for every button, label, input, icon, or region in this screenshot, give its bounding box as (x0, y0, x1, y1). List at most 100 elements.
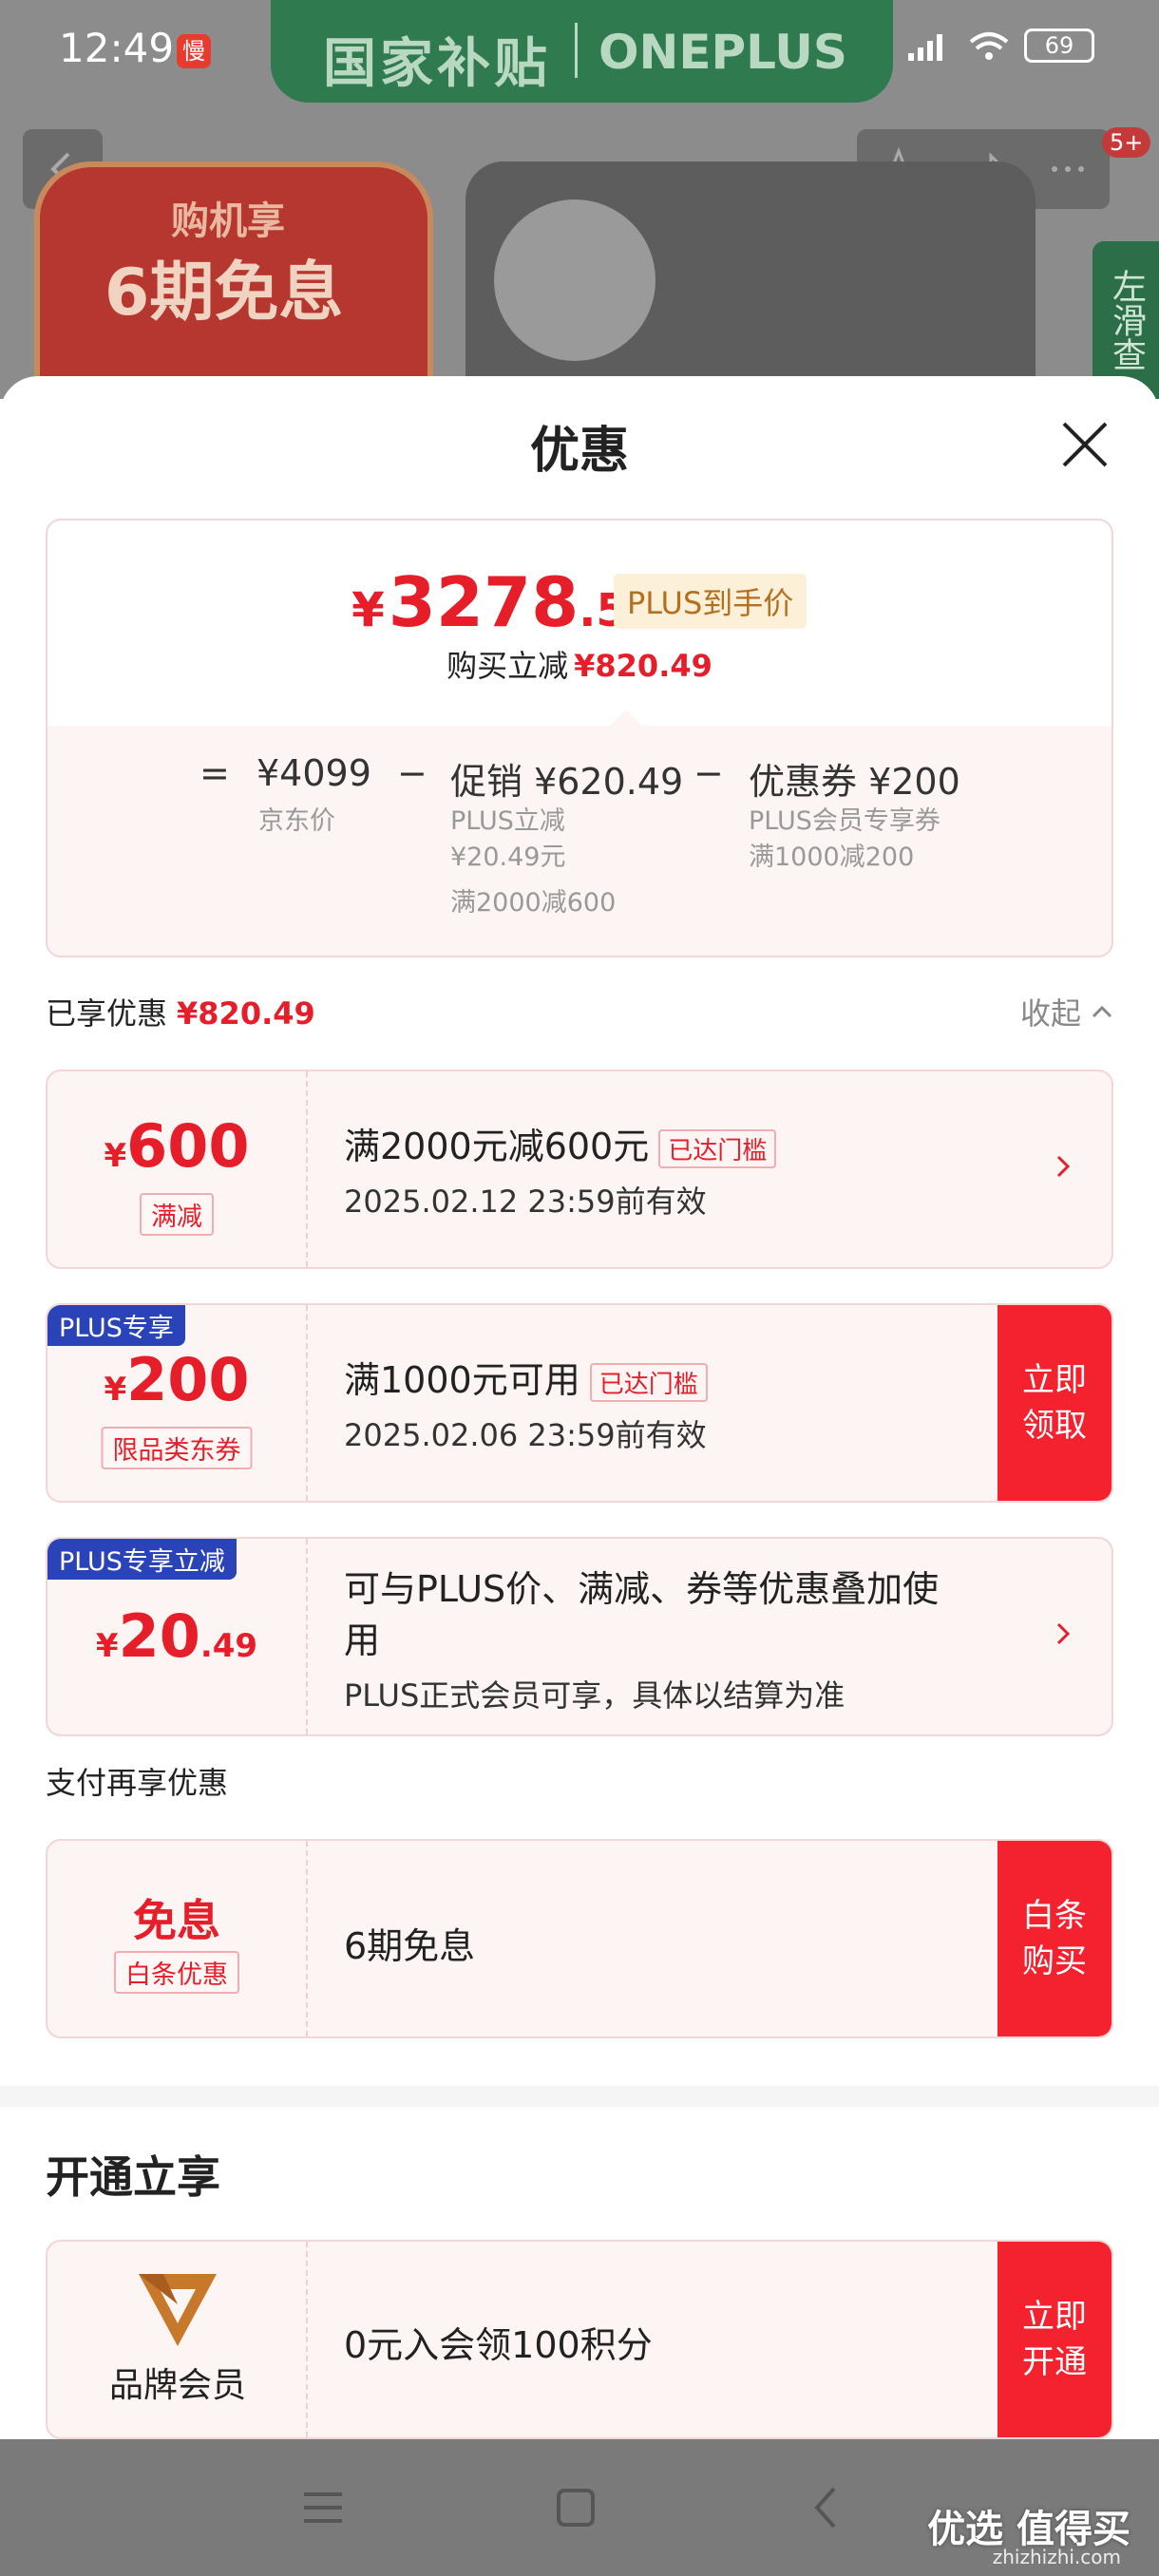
jd-price-label: 京东价 (258, 806, 335, 836)
coupon-plus-exclusive: ¥200 限品类东券 PLUS专享 满1000元可用 已达门槛 2025.02.0… (46, 1303, 1113, 1503)
reduce-amount: ¥820.49 (574, 648, 712, 684)
price-summary-card: ¥ 3278 .51 PLUS到手价 购买立减¥820.49 = ¥4099 京… (46, 519, 1113, 957)
signal-icon (908, 34, 942, 61)
plus-reduce-tag: PLUS专享立减 (48, 1539, 237, 1580)
clock: 12:49 (59, 25, 175, 71)
offer-big-text: 免息 (133, 1895, 220, 1946)
promo-amount: 促销 ¥620.49 (450, 761, 684, 803)
coupon-expiry: 2025.02.06 23:59前有效 (344, 1417, 707, 1453)
battery-icon: 69 (1024, 28, 1094, 63)
member-panel: 品牌会员 (48, 2242, 308, 2437)
price-integer: 3278 (388, 562, 580, 642)
promo-sub-value: ¥20.49元 (450, 843, 566, 872)
chevron-up-icon (1092, 1005, 1112, 1018)
coupon-value: 600 (126, 1111, 250, 1181)
open-membership-button[interactable]: 立即 开通 (998, 2242, 1112, 2437)
promo-sub-plus: PLUS立减 (450, 806, 565, 836)
coupon-expiry: 2025.02.12 23:59前有效 (344, 1184, 707, 1220)
coupon-title-text: 满2000元减600元 (344, 1126, 650, 1167)
chevron-right-icon (1056, 1622, 1071, 1645)
coupon-amount: ¥20.49 (48, 1601, 306, 1671)
message-count-badge: 5+ (1102, 127, 1151, 158)
enjoyed-label: 已享优惠 (46, 995, 168, 1032)
reduce-label: 购买立减 (446, 648, 569, 684)
more-icon[interactable] (1045, 146, 1091, 192)
payment-section-title: 支付再享优惠 (46, 1765, 229, 1801)
coupon-amount: ¥200 (48, 1345, 306, 1414)
section-divider (0, 2086, 1159, 2107)
open-button-line2: 开通 (1022, 2343, 1087, 2381)
coupon-currency: ¥ (95, 1627, 119, 1665)
menu-icon[interactable] (289, 2473, 357, 2542)
promo-sub-full-reduce: 满2000减600 (450, 888, 617, 918)
open-button-line1: 立即 (1022, 2298, 1087, 2336)
status-bar: 12:49 慢 69 (0, 0, 1159, 103)
coupon-decimal: .49 (200, 1627, 258, 1665)
enjoyed-header: 已享优惠 ¥820.49 (46, 990, 315, 1033)
baitiao-offer: 免息 白条优惠 6期免息 白条 购买 (46, 1839, 1113, 2038)
brand-member-offer: 品牌会员 0元入会领100积分 立即 开通 (46, 2240, 1113, 2439)
threshold-met-badge: 已达门槛 (658, 1129, 777, 1168)
coupon-value: 200 (126, 1345, 250, 1414)
jd-price: ¥4099 (256, 752, 371, 794)
promo-line-1: 购机享 (171, 199, 285, 243)
app-notification-icon: 慢 (177, 34, 211, 68)
price-currency: ¥ (352, 582, 385, 637)
claim-button-line2: 领取 (1022, 1407, 1087, 1445)
buy-button-line1: 白条 (1022, 1897, 1087, 1935)
plus-price-tag: PLUS到手价 (614, 574, 808, 629)
reduce-line: 购买立减 ¥820.49 (48, 642, 1112, 686)
coupon-title: 满1000元可用 已达门槛 (344, 1351, 708, 1403)
sheet-title: 优惠 (529, 423, 629, 480)
coupon-full-reduce[interactable]: ¥600 满减 满2000元减600元 已达门槛 2025.02.12 23:59… (46, 1070, 1113, 1269)
watermark-url: zhizhizhi.com (992, 2546, 1121, 2568)
buy-button-line2: 购买 (1022, 1942, 1087, 1980)
coupon-currency: ¥ (104, 1137, 127, 1175)
status-icons: 69 (906, 28, 1094, 63)
coupon-note: PLUS正式会员可享，具体以结算为准 (344, 1677, 846, 1714)
offer-title: 6期免息 (344, 1925, 476, 1967)
camera-module (494, 199, 656, 361)
offer-type: 白条优惠 (114, 1951, 239, 1994)
coupon-value-panel: ¥600 满减 (48, 1071, 308, 1267)
coupon-value: 20 (118, 1601, 200, 1671)
member-label: 品牌会员 (108, 2366, 246, 2405)
threshold-met-badge: 已达门槛 (589, 1363, 708, 1402)
home-icon[interactable] (542, 2473, 610, 2542)
promo-line-2: 6期免息 (104, 256, 344, 331)
discount-sheet: 优惠 ¥ 3278 .51 PLUS到手价 购买立减¥820.49 = ¥409… (0, 376, 1159, 2439)
coupon-sub-threshold: 满1000减200 (749, 843, 915, 872)
claim-button-line1: 立即 (1022, 1361, 1087, 1399)
collapse-label: 收起 (1019, 995, 1081, 1032)
brand-logo-icon (139, 2274, 217, 2346)
coupon-title: 满2000元减600元 已达门槛 (344, 1117, 777, 1169)
price-breakdown: = ¥4099 京东价 − 促销 ¥620.49 PLUS立减 ¥20.49元 … (48, 726, 1112, 956)
close-icon[interactable] (1058, 418, 1112, 471)
coupon-title-line2: 用 (344, 1619, 381, 1661)
open-section-title: 开通立享 (46, 2151, 220, 2203)
equals-sign: = (200, 752, 230, 794)
price-top: ¥ 3278 .51 PLUS到手价 购买立减¥820.49 (48, 521, 1112, 720)
chevron-right-icon (1056, 1155, 1071, 1178)
plus-exclusive-tag: PLUS专享 (48, 1305, 185, 1346)
coupon-plus-reduce[interactable]: ¥20.49 PLUS专享立减 可与PLUS价、满减、券等优惠叠加使 用 PLU… (46, 1537, 1113, 1736)
claim-coupon-button[interactable]: 立即 领取 (998, 1305, 1112, 1501)
coupon-amount: 优惠券 ¥200 (749, 761, 960, 803)
coupon-sub-plus: PLUS会员专享券 (749, 806, 940, 836)
coupon-type: 满减 (140, 1193, 214, 1236)
coupon-type: 限品类东券 (101, 1427, 253, 1469)
minus-sign-2: − (694, 752, 724, 794)
collapse-button[interactable]: 收起 (1020, 990, 1113, 1033)
coupon-amount: ¥600 (48, 1111, 306, 1181)
member-offer-title: 0元入会领100积分 (344, 2324, 653, 2366)
baitiao-buy-button[interactable]: 白条 购买 (998, 1841, 1112, 2036)
back-icon[interactable] (792, 2473, 861, 2542)
minus-sign-1: − (397, 752, 428, 794)
offer-value-panel: 免息 白条优惠 (48, 1841, 308, 2036)
coupon-currency: ¥ (104, 1371, 127, 1409)
enjoyed-amount: ¥820.49 (177, 995, 315, 1032)
coupon-title: 可与PLUS价、满减、券等优惠叠加使 用 (344, 1563, 939, 1666)
coupon-title-text: 满1000元可用 (344, 1359, 580, 1401)
wifi-icon (969, 32, 1009, 60)
coupon-title-line1: 可与PLUS价、满减、券等优惠叠加使 (344, 1568, 940, 1610)
